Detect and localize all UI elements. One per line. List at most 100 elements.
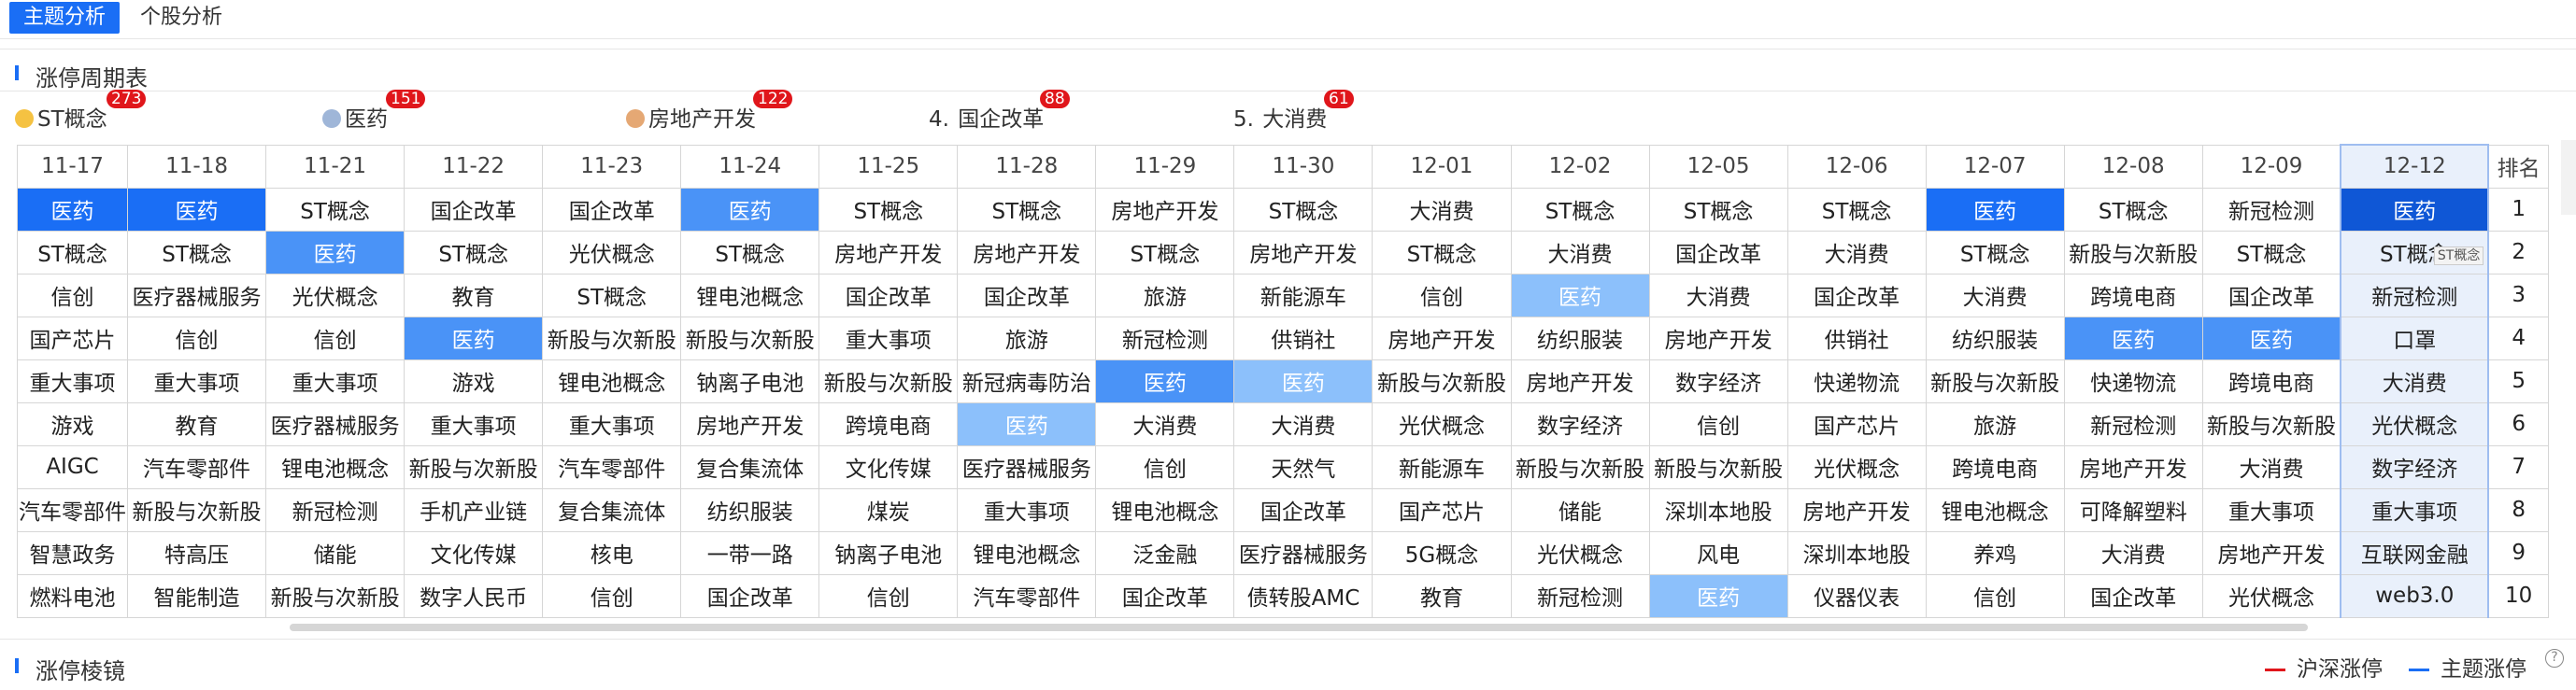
date-header[interactable]: 11-18 <box>127 144 267 189</box>
theme-cell[interactable]: 医药 <box>2063 316 2203 360</box>
theme-cell[interactable]: 储能 <box>265 530 406 575</box>
theme-cell[interactable]: 大消费 <box>1372 187 1512 232</box>
theme-cell[interactable]: 教育 <box>404 273 544 317</box>
theme-cell[interactable]: 深圳本地股 <box>1648 487 1788 532</box>
theme-cell[interactable]: 重大事项 <box>127 359 267 403</box>
theme-cell[interactable]: 信创 <box>1372 273 1512 317</box>
theme-cell[interactable]: 房地产开发 <box>818 230 959 275</box>
theme-cell[interactable]: 跨境电商 <box>818 401 959 446</box>
theme-cell[interactable]: ST概念 <box>16 230 129 275</box>
theme-cell[interactable]: ST概念 <box>1925 230 2065 275</box>
theme-cell[interactable]: ST概念 <box>1786 187 1927 232</box>
theme-cell[interactable]: 信创 <box>1095 444 1235 489</box>
theme-cell[interactable]: 游戏 <box>16 401 129 446</box>
theme-cell[interactable]: 旅游 <box>1925 401 2065 446</box>
date-header[interactable]: 11-23 <box>542 144 682 189</box>
theme-cell[interactable]: 复合集流体 <box>542 487 682 532</box>
date-header[interactable]: 12-09 <box>2201 144 2341 189</box>
vertical-scrollbar[interactable] <box>2561 140 2576 215</box>
theme-cell[interactable]: 新能源车 <box>1233 273 1373 317</box>
theme-cell[interactable]: ST概念 <box>2201 230 2341 275</box>
theme-cell[interactable]: 锂电池概念 <box>1095 487 1235 532</box>
date-header[interactable]: 12-08 <box>2063 144 2203 189</box>
theme-cell[interactable]: 光伏概念 <box>2340 401 2490 446</box>
theme-cell[interactable]: 房地产开发 <box>2201 530 2341 575</box>
theme-cell[interactable]: 光伏概念 <box>1786 444 1927 489</box>
theme-cell[interactable]: 汽车零部件 <box>542 444 682 489</box>
theme-cell[interactable]: 医疗器械服务 <box>957 444 1097 489</box>
theme-cell[interactable]: 仪器仪表 <box>1786 573 1927 618</box>
theme-cell[interactable]: 新冠检测 <box>2063 401 2203 446</box>
theme-cell[interactable]: 光伏概念 <box>1372 401 1512 446</box>
theme-cell[interactable]: 智慧政务 <box>16 530 129 575</box>
date-header[interactable]: 11-28 <box>957 144 1097 189</box>
theme-cell[interactable]: 医药 <box>265 230 406 275</box>
theme-cell[interactable]: 深圳本地股 <box>1786 530 1927 575</box>
theme-cell[interactable]: 光伏概念 <box>2201 573 2341 618</box>
theme-cell[interactable]: ST概念 ST概念 <box>2340 230 2490 275</box>
theme-cell[interactable]: 储能 <box>1510 487 1650 532</box>
date-header[interactable]: 11-17 <box>16 144 129 189</box>
theme-cell[interactable]: 医药 <box>1095 359 1235 403</box>
tab-stock-analysis[interactable]: 个股分析 <box>127 2 235 34</box>
date-header[interactable]: 12-07 <box>1925 144 2065 189</box>
theme-cell[interactable]: 医药 <box>957 401 1097 446</box>
theme-cell[interactable]: 风电 <box>1648 530 1788 575</box>
theme-cell[interactable]: ST概念 <box>1648 187 1788 232</box>
theme-cell[interactable]: 5G概念 <box>1372 530 1512 575</box>
theme-cell[interactable]: 房地产开发 <box>1786 487 1927 532</box>
theme-cell[interactable]: 新能源车 <box>1372 444 1512 489</box>
theme-cell[interactable]: 复合集流体 <box>680 444 820 489</box>
theme-cell[interactable]: AIGC <box>16 444 129 489</box>
theme-cell[interactable]: 重大事项 <box>818 316 959 360</box>
theme-cell[interactable]: 游戏 <box>404 359 544 403</box>
theme-cell[interactable]: 一带一路 <box>680 530 820 575</box>
theme-cell[interactable]: 医药 <box>2340 187 2490 232</box>
theme-cell[interactable]: 房地产开发 <box>2063 444 2203 489</box>
theme-cell[interactable]: 数字人民币 <box>404 573 544 618</box>
theme-cell[interactable]: 信创 <box>542 573 682 618</box>
date-header[interactable]: 11-25 <box>818 144 959 189</box>
theme-cell[interactable]: ST概念 <box>1510 187 1650 232</box>
theme-cell[interactable]: 跨境电商 <box>2201 359 2341 403</box>
date-header[interactable]: 11-30 <box>1233 144 1373 189</box>
theme-cell[interactable]: 新股与次新股 <box>1648 444 1788 489</box>
theme-cell[interactable]: 重大事项 <box>265 359 406 403</box>
theme-cell[interactable]: 医疗器械服务 <box>265 401 406 446</box>
theme-cell[interactable]: 信创 <box>1925 573 2065 618</box>
theme-cell[interactable]: 大消费 <box>1233 401 1373 446</box>
theme-cell[interactable]: 医疗器械服务 <box>1233 530 1373 575</box>
theme-cell[interactable]: ST概念 <box>542 273 682 317</box>
theme-cell[interactable]: 数字经济 <box>2340 444 2490 489</box>
theme-cell[interactable]: 医药 <box>404 316 544 360</box>
theme-cell[interactable]: 核电 <box>542 530 682 575</box>
theme-cell[interactable]: 重大事项 <box>16 359 129 403</box>
theme-cell[interactable]: 信创 <box>818 573 959 618</box>
theme-cell[interactable]: 新股与次新股 <box>404 444 544 489</box>
theme-cell[interactable]: 大消费 <box>1925 273 2065 317</box>
theme-cell[interactable]: 医药 <box>1925 187 2065 232</box>
legend-theme-limit-up[interactable]: 主题涨停 <box>2409 651 2526 683</box>
theme-cell[interactable]: 纺织服装 <box>1510 316 1650 360</box>
theme-cell[interactable]: 新冠检测 <box>2201 187 2341 232</box>
theme-cell[interactable]: 大消费 <box>1648 273 1788 317</box>
theme-cell[interactable]: 互联网金融 <box>2340 530 2490 575</box>
theme-cell[interactable]: 国产芯片 <box>1372 487 1512 532</box>
theme-cell[interactable]: 国企改革 <box>1233 487 1373 532</box>
theme-cell[interactable]: 燃料电池 <box>16 573 129 618</box>
theme-cell[interactable]: ST概念 <box>957 187 1097 232</box>
theme-cell[interactable]: 特高压 <box>127 530 267 575</box>
theme-cell[interactable]: ST概念 <box>1233 187 1373 232</box>
theme-cell[interactable]: 光伏概念 <box>1510 530 1650 575</box>
theme-cell[interactable]: 快递物流 <box>1786 359 1927 403</box>
theme-cell[interactable]: ST概念 <box>1095 230 1235 275</box>
legend-item-rank-4[interactable]: 4. 国企改革 88 <box>929 90 1070 133</box>
date-header[interactable]: 11-29 <box>1095 144 1235 189</box>
theme-cell[interactable]: ST概念 <box>680 230 820 275</box>
theme-cell[interactable]: 新股与次新股 <box>2201 401 2341 446</box>
theme-cell[interactable]: 新股与次新股 <box>680 316 820 360</box>
theme-cell[interactable]: 信创 <box>127 316 267 360</box>
theme-cell[interactable]: 信创 <box>1648 401 1788 446</box>
theme-cell[interactable]: 数字经济 <box>1648 359 1788 403</box>
theme-cell[interactable]: 信创 <box>265 316 406 360</box>
